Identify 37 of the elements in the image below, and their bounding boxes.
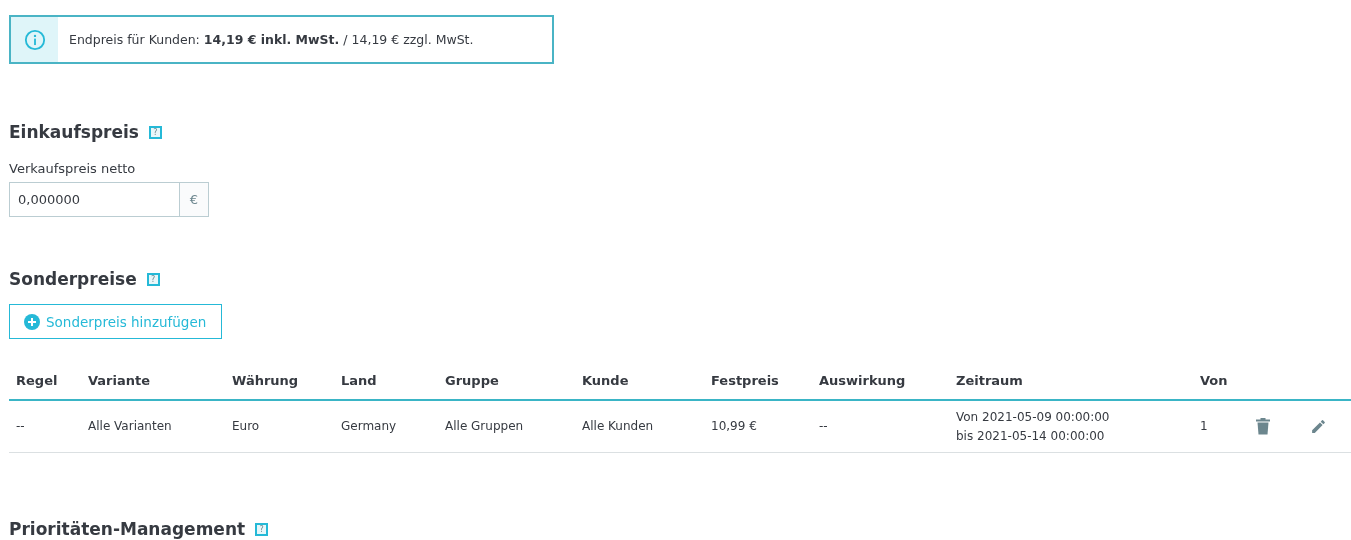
table-cell-text: Euro — [231, 418, 261, 435]
table-cell-text: Alle Kunden — [581, 418, 655, 435]
trash-icon — [1256, 418, 1270, 435]
column-header: Währung — [231, 372, 300, 388]
section-title: Einkaufspreis — [9, 122, 139, 142]
table-cell-text: 10,99 € — [710, 418, 758, 435]
edit-button[interactable] — [1309, 417, 1327, 436]
pencil-icon — [1309, 418, 1327, 435]
column-header: Regel — [15, 372, 59, 388]
column-header: Land — [340, 372, 378, 388]
currency-addon: € — [180, 182, 209, 217]
section-title: Sonderpreise — [9, 269, 137, 289]
plus-circle-icon — [24, 313, 40, 330]
column-header: Auswirkung — [818, 372, 907, 388]
delete-button[interactable] — [1254, 417, 1272, 436]
table-cell-text: -- — [818, 418, 829, 435]
help-icon[interactable]: ? — [255, 522, 269, 536]
table-cell-text: Germany — [340, 418, 398, 435]
price-notice: Endpreis für Kunden: 14,19 € inkl. MwSt. / 14,19 € zzgl. MwSt. — [68, 32, 474, 47]
table-cell-text: Von 2021-05-09 00:00:00 bis 2021-05-14 00:00:00 — [955, 408, 1111, 445]
column-header: Von — [1199, 372, 1229, 388]
column-header: Variante — [87, 372, 152, 388]
section-title: Prioritäten-Management — [9, 519, 246, 539]
table-cell-text: -- — [15, 418, 26, 435]
table-cell-text: Alle Gruppen — [444, 418, 525, 435]
field-label: Verkaufspreis netto — [9, 161, 137, 176]
price-input-field[interactable]: 0,000000 — [9, 182, 180, 217]
column-header: Gruppe — [444, 372, 500, 388]
table-cell-text: Alle Varianten — [87, 418, 173, 435]
help-icon[interactable]: ? — [146, 272, 160, 286]
column-header: Festpreis — [710, 372, 780, 388]
column-header: Kunde — [581, 372, 630, 388]
info-icon — [23, 28, 46, 51]
column-header: Zeitraum — [955, 372, 1024, 388]
add-special-price-button[interactable]: Sonderpreis hinzufügen — [9, 304, 222, 339]
help-icon[interactable]: ? — [148, 125, 162, 139]
table-cell-text: 1 — [1199, 418, 1209, 435]
